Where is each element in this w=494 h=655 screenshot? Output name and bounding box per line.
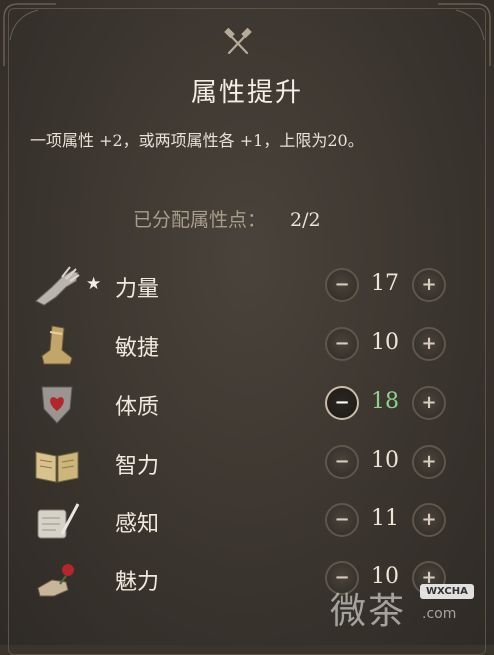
attribute-name: 力量 xyxy=(115,277,160,302)
attribute-row-intelligence: 智力 − 10 + xyxy=(0,439,494,489)
decrease-wisdom-button[interactable]: − xyxy=(325,503,359,537)
attribute-name: 感知 xyxy=(115,512,160,537)
attribute-name: 敏捷 xyxy=(115,336,160,361)
attribute-row-dexterity: 敏捷 − 10 + xyxy=(0,321,494,371)
panel-description: 一项属性 +2，或两项属性各 +1，上限为20。 xyxy=(30,131,364,150)
heart-shield-icon xyxy=(41,386,73,424)
primary-attribute-star-icon: ★ xyxy=(86,274,102,294)
hand-rose-icon xyxy=(37,564,74,597)
attribute-value: 11 xyxy=(371,506,399,531)
decrease-intelligence-button[interactable]: − xyxy=(325,445,359,479)
watermark-url: .com xyxy=(422,606,457,622)
open-book-icon xyxy=(35,451,79,483)
decrease-constitution-button[interactable]: − xyxy=(325,386,359,420)
attribute-value: 10 xyxy=(371,330,399,355)
allocated-points-label: 已分配属性点： xyxy=(133,209,267,231)
scroll-quill-icon xyxy=(37,503,80,539)
attribute-row-wisdom: 感知 − 11 + xyxy=(0,497,494,547)
corner-ornament-left xyxy=(3,3,56,66)
decrease-strength-button[interactable]: − xyxy=(325,268,359,302)
allocated-points-value: 2/2 xyxy=(290,209,321,231)
decrease-dexterity-button[interactable]: − xyxy=(325,327,359,361)
watermark-text: 微茶 xyxy=(330,591,407,632)
attribute-value: 17 xyxy=(371,271,399,296)
attribute-row-constitution: 体质 − 18 + xyxy=(0,380,494,430)
gauntlet-icon xyxy=(35,266,80,306)
attribute-name: 体质 xyxy=(115,395,160,420)
increase-strength-button[interactable]: + xyxy=(412,268,446,302)
increase-dexterity-button[interactable]: + xyxy=(412,327,446,361)
attribute-name: 智力 xyxy=(115,454,160,479)
site-watermark: 微茶 WXCHA .com xyxy=(330,578,490,638)
corner-ornament-right xyxy=(438,3,491,66)
attribute-name: 魅力 xyxy=(115,570,160,595)
attribute-value: 10 xyxy=(371,448,399,473)
attribute-value: 18 xyxy=(371,389,399,414)
increase-constitution-button[interactable]: + xyxy=(412,386,446,420)
allocated-points: 已分配属性点： 2/2 xyxy=(133,205,321,232)
attribute-row-strength: ★ 力量 − 17 + xyxy=(0,262,494,312)
boot-icon xyxy=(41,325,73,365)
increase-wisdom-button[interactable]: + xyxy=(412,503,446,537)
crossed-hammers-icon xyxy=(224,27,252,55)
panel-title: 属性提升 xyxy=(190,78,303,108)
watermark-badge: WXCHA xyxy=(420,584,474,599)
increase-intelligence-button[interactable]: + xyxy=(412,445,446,479)
attribute-boost-panel: 属性提升 一项属性 +2，或两项属性各 +1，上限为20。 已分配属性点： 2/2… xyxy=(0,0,494,655)
